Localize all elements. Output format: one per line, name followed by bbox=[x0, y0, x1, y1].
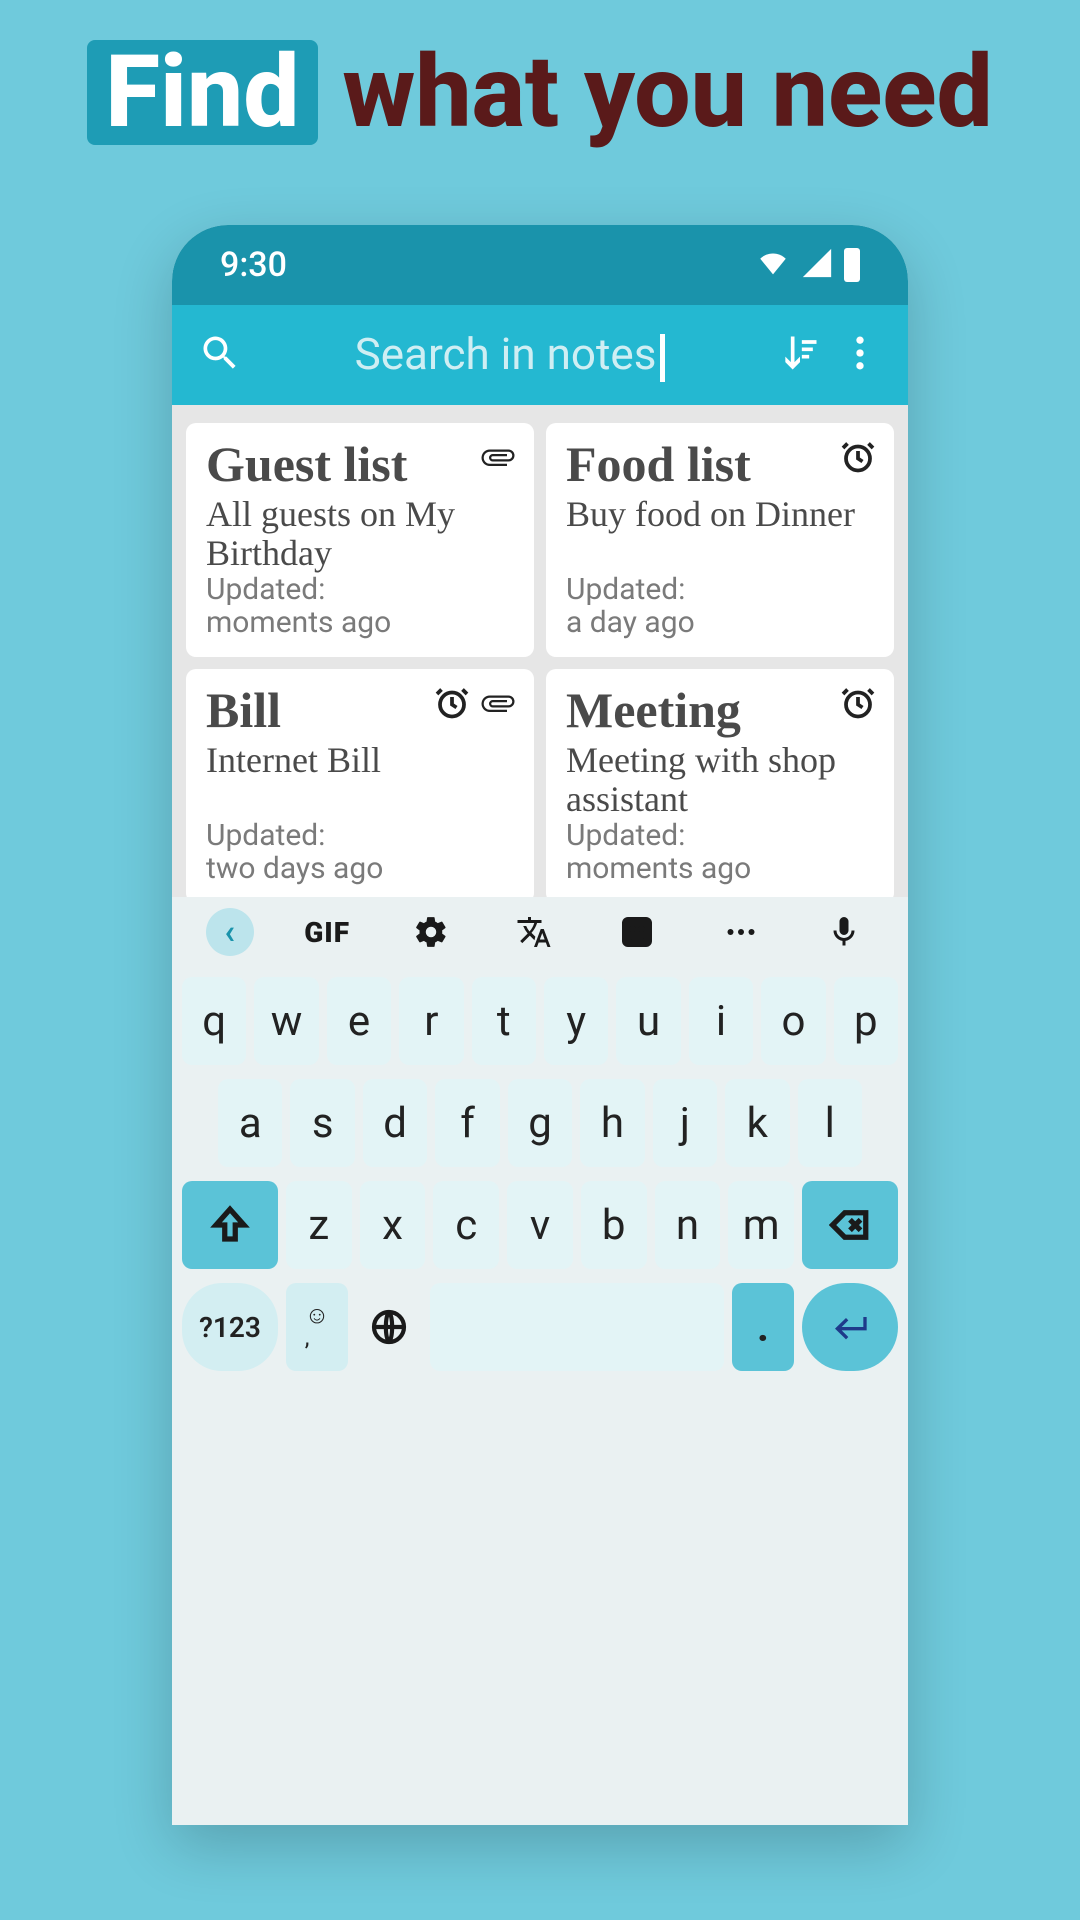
key-s[interactable]: s bbox=[290, 1079, 354, 1167]
keyboard-rows: q w e r t y u i o p a s d f g h j k l bbox=[172, 967, 908, 1379]
alarm-icon bbox=[840, 685, 876, 725]
wifi-icon bbox=[756, 246, 790, 284]
gear-icon[interactable] bbox=[401, 902, 461, 962]
note-card[interactable]: Guest list All guests on My Birthday Upd… bbox=[186, 423, 534, 657]
key-l[interactable]: l bbox=[798, 1079, 862, 1167]
key-y[interactable]: y bbox=[544, 977, 608, 1065]
signal-icon bbox=[800, 246, 834, 284]
status-icons bbox=[756, 246, 860, 284]
key-p[interactable]: p bbox=[834, 977, 898, 1065]
note-updated: Updated: two days ago bbox=[206, 819, 514, 885]
note-body: Internet Bill bbox=[206, 741, 514, 780]
note-title: Food list bbox=[566, 439, 874, 489]
key-t[interactable]: t bbox=[472, 977, 536, 1065]
sort-icon[interactable] bbox=[778, 331, 822, 379]
search-input[interactable]: Search in notes bbox=[258, 328, 762, 381]
key-emoji[interactable]: ☺, bbox=[286, 1283, 348, 1371]
key-period[interactable]: . bbox=[732, 1283, 794, 1371]
kb-gif-button[interactable]: GIF bbox=[297, 902, 357, 962]
key-z[interactable]: z bbox=[286, 1181, 352, 1269]
key-g[interactable]: g bbox=[508, 1079, 572, 1167]
alarm-icon bbox=[840, 439, 876, 479]
note-updated: Updated: moments ago bbox=[206, 573, 514, 639]
key-j[interactable]: j bbox=[653, 1079, 717, 1167]
attachment-icon bbox=[480, 685, 516, 725]
key-f[interactable]: f bbox=[435, 1079, 499, 1167]
key-h[interactable]: h bbox=[580, 1079, 644, 1167]
note-body: Meeting with shop assistant bbox=[566, 741, 874, 819]
phone-frame: 9:30 Search in notes G bbox=[172, 225, 908, 1825]
promo-headline: Find what you need bbox=[0, 0, 1080, 165]
key-backspace[interactable] bbox=[802, 1181, 898, 1269]
text-cursor bbox=[660, 334, 665, 382]
kb-row-4: ?123 ☺, . bbox=[182, 1283, 898, 1371]
key-k[interactable]: k bbox=[725, 1079, 789, 1167]
key-enter[interactable] bbox=[802, 1283, 898, 1371]
key-x[interactable]: x bbox=[360, 1181, 426, 1269]
note-updated: Updated: a day ago bbox=[566, 573, 874, 639]
search-icon[interactable] bbox=[198, 331, 242, 379]
note-title: Meeting bbox=[566, 685, 874, 735]
note-title: Guest list bbox=[206, 439, 514, 489]
key-a[interactable]: a bbox=[218, 1079, 282, 1167]
key-v[interactable]: v bbox=[507, 1181, 573, 1269]
headline-highlighted: Find bbox=[87, 40, 317, 145]
status-time: 9:30 bbox=[220, 245, 287, 285]
kb-row-3: z x c v b n m bbox=[182, 1181, 898, 1269]
sticker-icon[interactable] bbox=[607, 902, 667, 962]
note-body: Buy food on Dinner bbox=[566, 495, 874, 534]
battery-icon bbox=[844, 248, 860, 282]
headline-rest: what you need bbox=[318, 34, 993, 151]
more-horizontal-icon[interactable] bbox=[711, 902, 771, 962]
note-body: All guests on My Birthday bbox=[206, 495, 514, 573]
key-r[interactable]: r bbox=[399, 977, 463, 1065]
on-screen-keyboard: ‹ GIF q w e r t y u i o p a s bbox=[172, 897, 908, 1825]
kb-row-2: a s d f g h j k l bbox=[182, 1079, 898, 1167]
alarm-icon bbox=[434, 685, 470, 725]
attachment-icon bbox=[480, 439, 516, 479]
notes-grid[interactable]: Guest list All guests on My Birthday Upd… bbox=[172, 405, 908, 897]
keyboard-toolbar: ‹ GIF bbox=[172, 897, 908, 967]
key-u[interactable]: u bbox=[616, 977, 680, 1065]
kb-row-1: q w e r t y u i o p bbox=[182, 977, 898, 1065]
key-c[interactable]: c bbox=[433, 1181, 499, 1269]
key-b[interactable]: b bbox=[581, 1181, 647, 1269]
key-space[interactable] bbox=[430, 1283, 724, 1371]
key-i[interactable]: i bbox=[689, 977, 753, 1065]
key-q[interactable]: q bbox=[182, 977, 246, 1065]
note-card[interactable]: Meeting Meeting with shop assistant Upda… bbox=[546, 669, 894, 897]
note-card[interactable]: Food list Buy food on Dinner Updated: a … bbox=[546, 423, 894, 657]
key-m[interactable]: m bbox=[728, 1181, 794, 1269]
key-e[interactable]: e bbox=[327, 977, 391, 1065]
microphone-icon[interactable] bbox=[814, 902, 874, 962]
search-placeholder: Search in notes bbox=[355, 328, 657, 380]
key-o[interactable]: o bbox=[761, 977, 825, 1065]
search-bar: Search in notes bbox=[172, 305, 908, 405]
more-icon[interactable] bbox=[838, 331, 882, 379]
key-shift[interactable] bbox=[182, 1181, 278, 1269]
translate-icon[interactable] bbox=[504, 902, 564, 962]
key-numbers[interactable]: ?123 bbox=[182, 1283, 278, 1371]
note-card[interactable]: Bill Internet Bill Updated: two days ago bbox=[186, 669, 534, 897]
kb-collapse-icon[interactable]: ‹ bbox=[206, 908, 254, 956]
status-bar: 9:30 bbox=[172, 225, 908, 305]
note-updated: Updated: moments ago bbox=[566, 819, 874, 885]
key-d[interactable]: d bbox=[363, 1079, 427, 1167]
key-n[interactable]: n bbox=[655, 1181, 721, 1269]
key-w[interactable]: w bbox=[254, 977, 318, 1065]
key-language[interactable] bbox=[356, 1283, 422, 1371]
